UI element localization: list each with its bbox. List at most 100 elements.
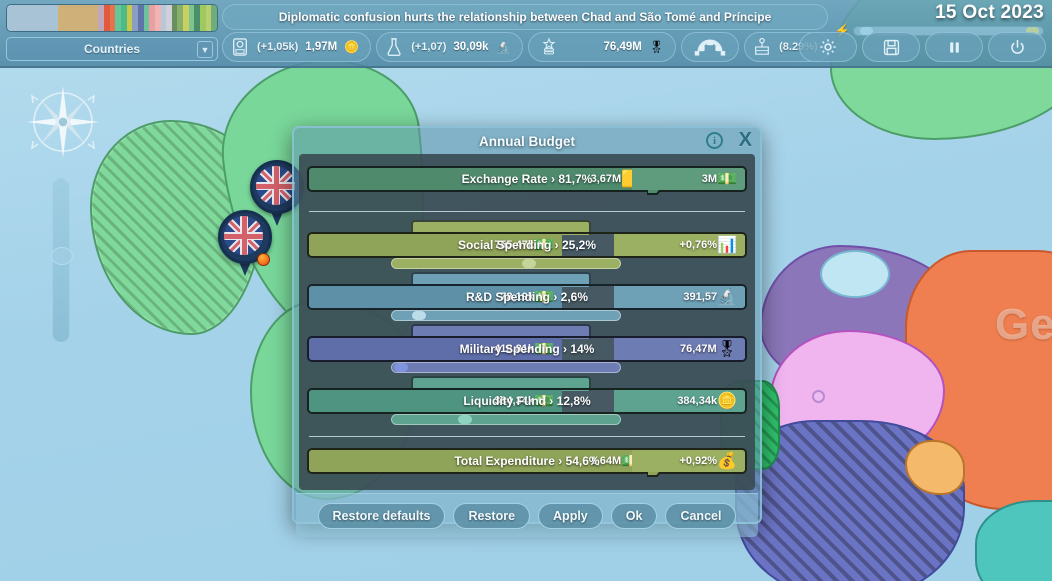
chevron-down-icon[interactable]: ▼ [197,41,213,58]
budget-right-value: 3M [702,173,717,185]
legend-segment [41,5,58,31]
money-stack-icon: 💵 [534,235,554,255]
budget-bar-right: 391,57🔬 [614,286,745,308]
budget-bar[interactable]: 755,47k💵+0,76%📊Social Spending › 25,2% [307,232,747,258]
dialog-footer: Restore defaults Restore Apply Ok Cancel [296,493,758,537]
budget-slider-liquidity-fund[interactable] [391,414,621,425]
game-screen: Ge [0,0,1052,581]
compass-rose-icon[interactable] [18,82,104,160]
budget-slider-thumb[interactable] [412,311,426,320]
money-bag-icon [230,36,250,58]
united-kingdom-flag-icon [224,216,263,255]
budget-left-value: 418,81k [494,343,534,355]
resource-delta: (+1,05k) [257,41,298,53]
budget-right-value: 391,57 [683,291,717,303]
section-divider [309,436,745,437]
ok-button[interactable]: Ok [611,503,658,529]
budget-slider-military-spending[interactable] [391,362,621,373]
budget-left-value: 3,67M [591,173,622,185]
budget-bar-fill: 1,64M💵 [309,450,649,472]
budget-slider-thumb[interactable] [394,363,408,372]
money-stack-icon: 💵 [534,391,554,411]
resource-chips: (+1,05k) 1,97M 🪙 (+1,07) 30,09k 🔬 [222,32,830,62]
resource-value: 30,09k [453,41,488,53]
gear-icon-button[interactable] [799,32,857,62]
pencil-gold-icon: 💰 [717,451,737,471]
legend-segment [211,5,217,31]
budget-bar-right: +0,76%📊 [614,234,745,256]
apply-button[interactable]: Apply [538,503,603,529]
budget-left-value: 755,47k [494,239,534,251]
budget-bar[interactable]: 78,19k💵391,57🔬R&D Spending › 2,6% [307,284,747,310]
budget-bar-fill: 384,34k💵 [309,390,562,412]
resource-chip-money[interactable]: (+1,05k) 1,97M 🪙 [222,32,371,62]
power-icon-button[interactable] [988,32,1046,62]
budget-bar[interactable]: 1,64M💵+0,92%💰Total Expenditure › 54,6% [307,448,747,474]
budget-bar-right: +0,92%💰 [632,450,745,472]
restore-defaults-button[interactable]: Restore defaults [318,503,446,529]
budget-row-rd-spending[interactable]: 78,19k💵391,57🔬R&D Spending › 2,6% [307,272,747,324]
money-stack-icon: 💵 [717,169,737,189]
budget-row-social-spending[interactable]: 755,47k💵+0,76%📊Social Spending › 25,2% [307,220,747,272]
budget-bar-fill: 755,47k💵 [309,234,562,256]
bridge-icon [693,38,727,57]
budget-slider-social-spending[interactable] [391,258,621,269]
budget-slider-thumb[interactable] [458,415,472,424]
region-sea-inlet [820,250,890,298]
budget-bar-right: 76,47M🎖 [614,338,745,360]
color-legend-bar[interactable] [6,4,218,32]
budget-row-total-expenditure[interactable]: 1,64M💵+0,92%💰Total Expenditure › 54,6% [307,444,747,484]
budget-bar[interactable]: 418,81k💵76,47M🎖Military Spending › 14% [307,336,747,362]
bridge-icon-button[interactable] [681,32,739,62]
budget-left-value: 1,64M [591,455,622,467]
budget-row-liquidity-fund[interactable]: 384,34k💵384,34k🪙Liquidity Fund › 12,8% [307,376,747,428]
pause-icon-button[interactable] [925,32,983,62]
resource-delta: (+1,07) [411,41,446,53]
legend-segment [24,5,41,31]
region-marker-icon [812,390,825,403]
money-stack-icon: 💵 [534,339,554,359]
save-disk-icon-button[interactable] [862,32,920,62]
cancel-button[interactable]: Cancel [665,503,736,529]
dialog-title: Annual Budget [479,134,575,149]
map-zoom-slider[interactable] [52,178,70,343]
toolbar-left-group: Countries ▼ [6,4,224,61]
budget-right-value: 384,34k [677,395,717,407]
restore-button[interactable]: Restore [453,503,530,529]
close-icon[interactable]: X [739,129,752,151]
green-beaker-icon: 🔬 [496,40,511,54]
resource-value: 1,97M [305,41,337,53]
science-flask-icon [384,36,404,58]
budget-left-value: 78,19k [500,291,534,303]
legend-segment [85,5,99,31]
pencil-chart-icon: 📊 [717,235,737,255]
news-ticker[interactable]: Diplomatic confusion hurts the relations… [222,4,828,30]
budget-bar[interactable]: 384,34k💵384,34k🪙Liquidity Fund › 12,8% [307,388,747,414]
budget-row-military-spending[interactable]: 418,81k💵76,47M🎖Military Spending › 14% [307,324,747,376]
map-zoom-thumb[interactable] [51,247,73,265]
pause-icon [945,38,964,57]
toolbar-system-buttons [799,32,1046,62]
news-ticker-text: Diplomatic confusion hurts the relations… [279,10,772,24]
budget-right-value: +0,92% [679,455,717,467]
legend-segment [71,5,85,31]
resource-chip-military[interactable]: 76,49M 🎖 [528,32,677,62]
country-selector-label: Countries [84,42,140,56]
budget-left-value: 384,34k [494,395,534,407]
budget-slider-thumb[interactable] [522,259,536,268]
info-icon[interactable]: i [706,132,723,149]
country-selector-dropdown[interactable]: Countries ▼ [6,37,218,61]
resource-chip-science[interactable]: (+1,07) 30,09k 🔬 [376,32,522,62]
power-icon [1008,38,1027,57]
top-toolbar: Countries ▼ Diplomatic confusion hurts t… [0,0,1052,68]
military-medal-icon [539,36,559,58]
dialog-titlebar: Annual Budget i X [294,128,760,154]
annual-budget-dialog: Annual Budget i X 3,67M🟨3M💵Exchange Rate… [292,126,762,524]
budget-bar[interactable]: 3,67M🟨3M💵Exchange Rate › 81,7% [307,166,747,192]
budget-slider-rd-spending[interactable] [391,310,621,321]
map-pin[interactable] [218,210,272,278]
budget-row-exchange-rate[interactable]: 3,67M🟨3M💵Exchange Rate › 81,7% [307,162,747,202]
green-beaker-icon: 🔬 [717,287,737,307]
section-divider [309,211,745,212]
budget-bar-fill: 418,81k💵 [309,338,562,360]
